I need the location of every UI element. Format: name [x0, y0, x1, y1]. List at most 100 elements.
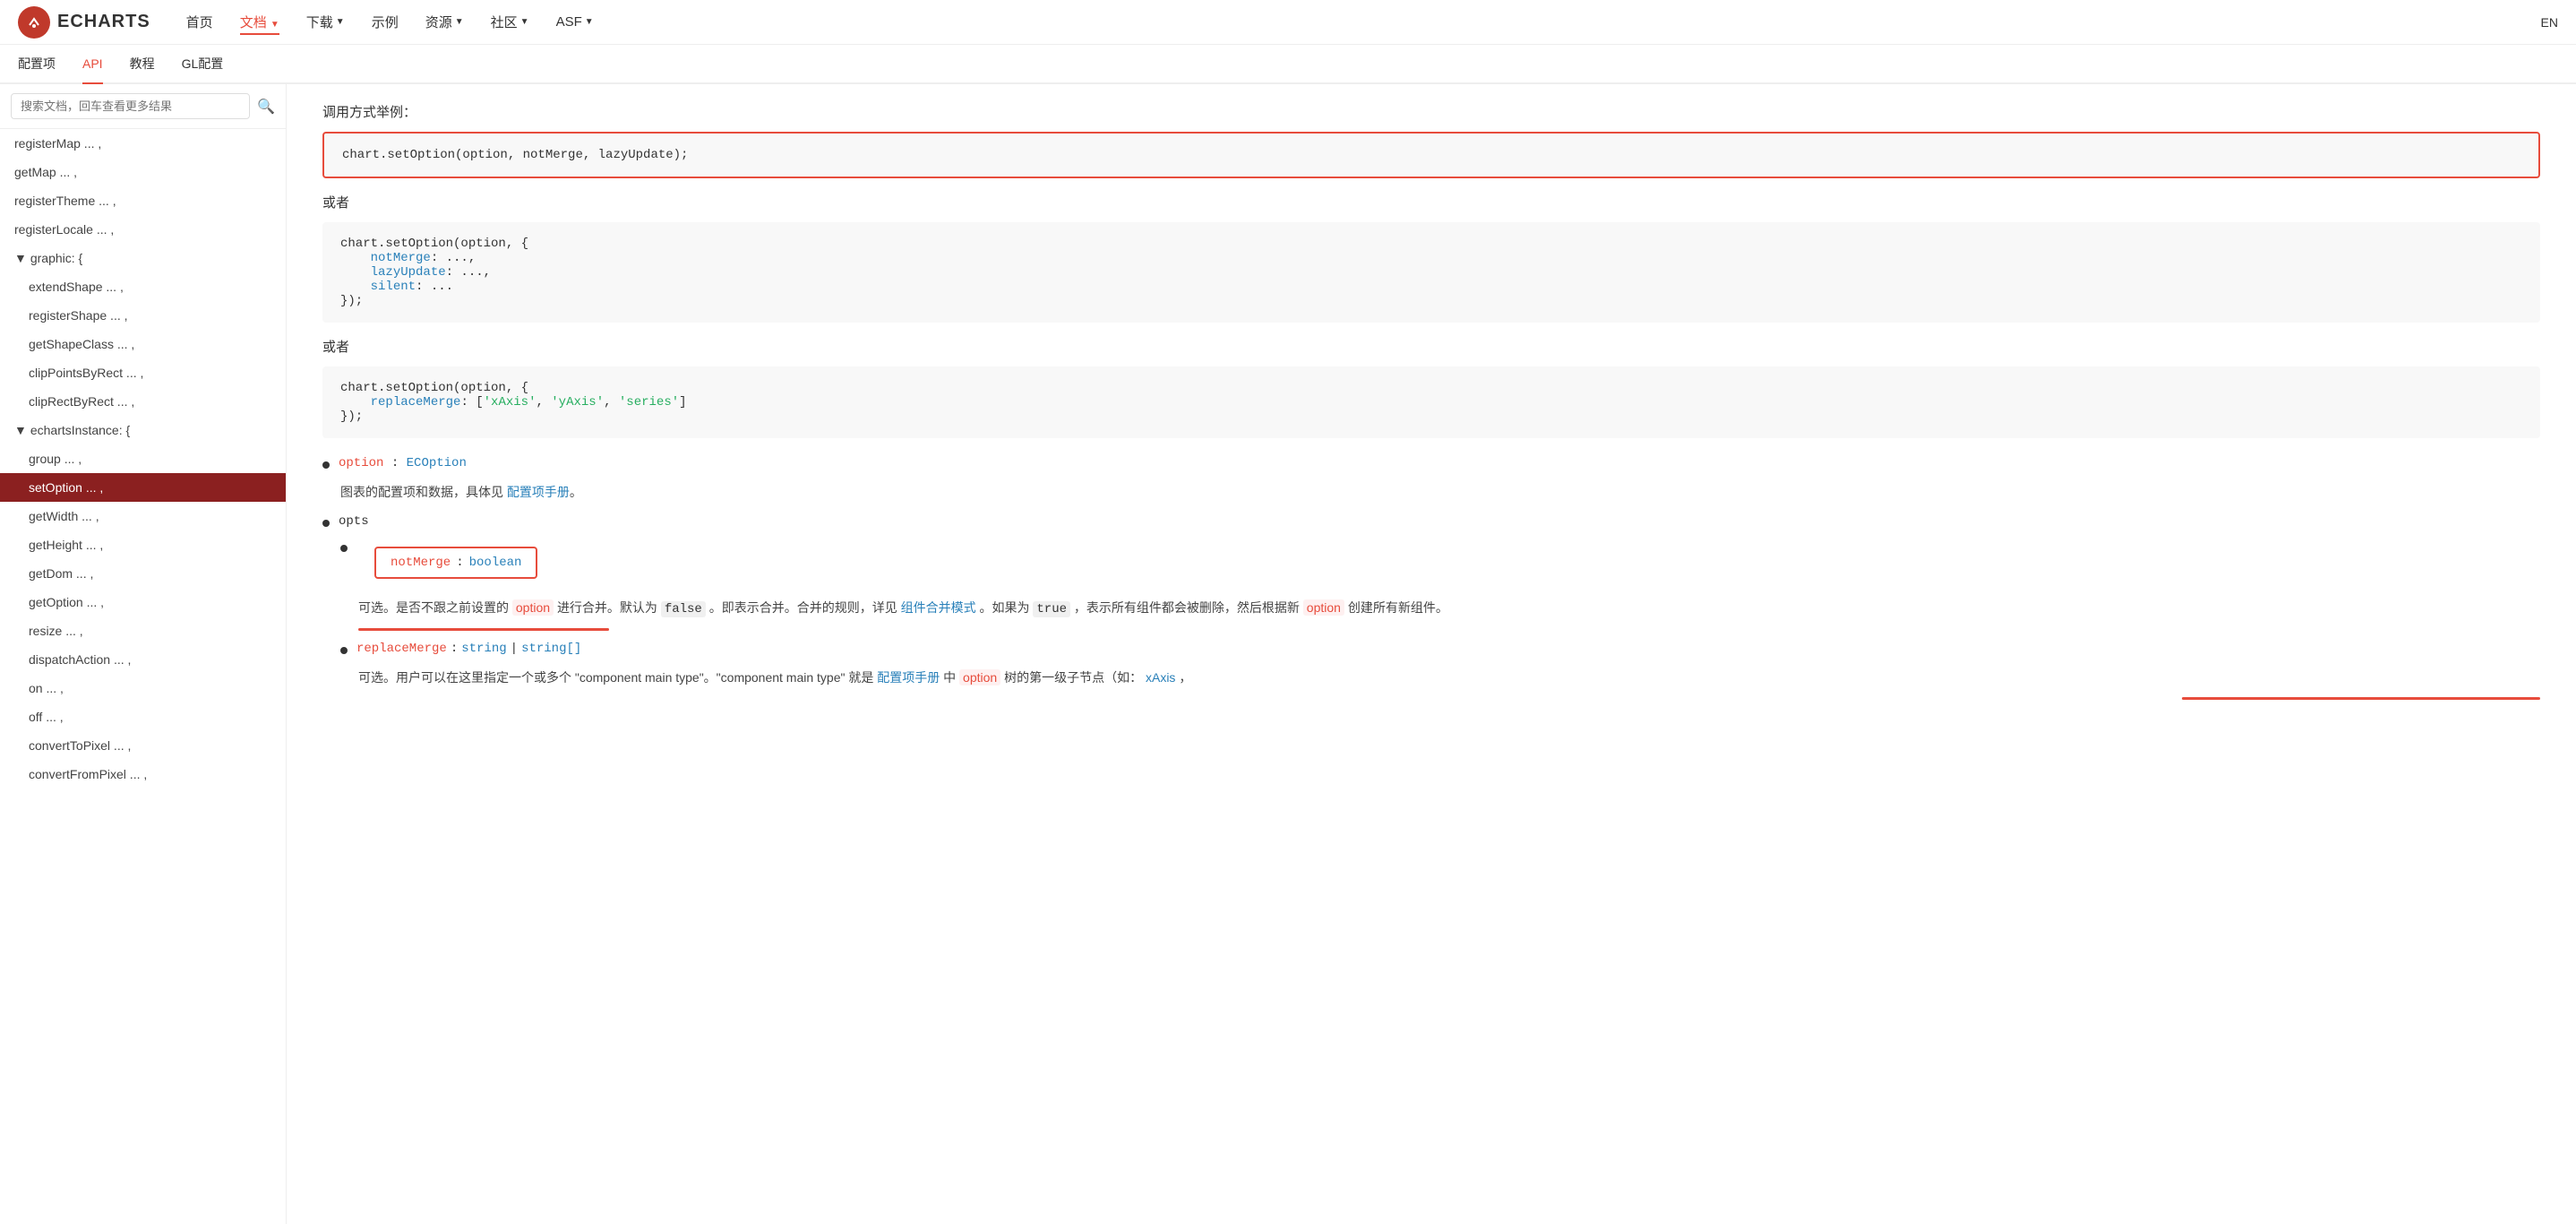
sidebar-item-clippointsbyrect[interactable]: clipPointsByRect ... ,: [0, 358, 286, 387]
lang-switch[interactable]: EN: [2541, 15, 2558, 30]
docs-chevron-icon: ▼: [270, 20, 279, 30]
param-option-label: option: [339, 456, 383, 470]
subnav-tutorial[interactable]: 教程: [130, 45, 155, 84]
replacemerge-handbook-link[interactable]: 配置项手册: [877, 670, 940, 685]
sub-nav: 配置项 API 教程 GL配置: [0, 45, 2576, 84]
or-text-1: 或者: [322, 193, 2540, 211]
code-block-3: chart.setOption(option, { replaceMerge: …: [322, 366, 2540, 438]
resources-chevron-icon: ▼: [455, 17, 464, 27]
nav-community[interactable]: 社区 ▼: [491, 13, 529, 31]
sidebar-item-registershape[interactable]: registerShape ... ,: [0, 301, 286, 330]
notmerge-true-highlight: true: [1033, 601, 1070, 617]
nav-home[interactable]: 首页: [186, 9, 213, 35]
code-block-1: chart.setOption(option, notMerge, lazyUp…: [322, 132, 2540, 178]
search-box: 🔍: [0, 84, 286, 129]
replacemerge-type1: string: [461, 642, 506, 656]
sidebar-item-getheight[interactable]: getHeight ... ,: [0, 530, 286, 559]
subnav-gl[interactable]: GL配置: [182, 45, 224, 84]
sidebar-item-cliprectbyrect[interactable]: clipRectByRect ... ,: [0, 387, 286, 416]
param-option-desc: 图表的配置项和数据，具体见 配置项手册。: [340, 481, 2540, 504]
red-line-2: [2182, 697, 2540, 700]
param-option-content: option : ECOption: [339, 456, 467, 470]
sidebar-item-getwidth[interactable]: getWidth ... ,: [0, 502, 286, 530]
red-underline-decoration-2: [322, 697, 2540, 700]
notmerge-label: notMerge: [391, 556, 451, 570]
replacemerge-xaxis: xAxis: [1146, 670, 1175, 685]
sidebar-item-registerlocale[interactable]: registerLocale ... ,: [0, 215, 286, 244]
bullet-notmerge: [340, 545, 348, 552]
sidebar-item-setoption[interactable]: setOption ... ,: [0, 473, 286, 502]
bullet-option: [322, 461, 330, 469]
red-underline-decoration-1: [358, 628, 2540, 631]
opts-label: opts: [339, 514, 369, 529]
nav-resources[interactable]: 资源 ▼: [425, 13, 464, 31]
notmerge-colon: :: [456, 556, 463, 570]
subnav-config[interactable]: 配置项: [18, 45, 56, 84]
sidebar-item-getmap[interactable]: getMap ... ,: [0, 158, 286, 186]
collapse-icon: ▼: [14, 251, 27, 265]
replacemerge-item: replaceMerge : string | string[]: [340, 642, 2540, 656]
download-chevron-icon: ▼: [336, 17, 345, 27]
community-chevron-icon: ▼: [520, 17, 529, 27]
sidebar-item-getoption[interactable]: getOption ... ,: [0, 588, 286, 616]
replacemerge-content: replaceMerge : string | string[]: [356, 642, 581, 656]
sidebar-item-registertheme[interactable]: registerTheme ... ,: [0, 186, 286, 215]
sidebar-item-extendshape[interactable]: extendShape ... ,: [0, 272, 286, 301]
sidebar-item-group[interactable]: group ... ,: [0, 444, 286, 473]
sidebar-item-getshapeclass[interactable]: getShapeClass ... ,: [0, 330, 286, 358]
logo-text: ECHARTS: [57, 12, 150, 32]
notmerge-container: notMerge : boolean: [340, 539, 2540, 586]
sidebar-item-registermap[interactable]: registerMap ... ,: [0, 129, 286, 158]
search-input[interactable]: [11, 93, 250, 119]
sidebar-item-getdom[interactable]: getDom ... ,: [0, 559, 286, 588]
logo-icon: [18, 6, 50, 39]
call-example-label: 调用方式举例：: [322, 102, 2540, 121]
replacemerge-container: replaceMerge : string | string[]: [340, 642, 2540, 656]
echartsinstance-collapse-icon: ▼: [14, 423, 27, 437]
or-text-2: 或者: [322, 337, 2540, 356]
red-line-1: [358, 628, 609, 631]
param-option-item: option : ECOption: [322, 456, 2540, 470]
notmerge-type: boolean: [469, 556, 522, 570]
sidebar: 🔍 registerMap ... , getMap ... , registe…: [0, 84, 287, 1224]
replacemerge-type2: string[]: [521, 642, 581, 656]
nav-docs[interactable]: 文档 ▼: [240, 9, 279, 35]
search-icon[interactable]: 🔍: [257, 98, 275, 116]
merge-mode-link[interactable]: 组件合并模式: [901, 600, 976, 615]
notmerge-option-highlight-2: option: [1303, 599, 1344, 616]
notmerge-option-highlight: option: [512, 599, 554, 616]
nav-asf[interactable]: ASF ▼: [556, 14, 594, 30]
replacemerge-desc: 可选。用户可以在这里指定一个或多个 "component main type"。…: [358, 667, 2540, 689]
opts-content: opts: [339, 514, 369, 529]
sidebar-item-off[interactable]: off ... ,: [0, 703, 286, 731]
content-area: 调用方式举例： chart.setOption(option, notMerge…: [287, 84, 2576, 1224]
param-option-type: ECOption: [407, 456, 467, 470]
notmerge-param-box: notMerge : boolean: [374, 547, 537, 579]
top-nav: ECHARTS 首页 文档 ▼ 下载 ▼ 示例 资源 ▼ 社区 ▼ ASF ▼ …: [0, 0, 2576, 45]
replacemerge-label: replaceMerge: [356, 642, 447, 656]
replacemerge-sep: |: [511, 642, 518, 656]
sidebar-item-resize[interactable]: resize ... ,: [0, 616, 286, 645]
code-block-2: chart.setOption(option, { notMerge: ...,…: [322, 222, 2540, 323]
sidebar-item-convertfrompixel[interactable]: convertFromPixel ... ,: [0, 760, 286, 789]
notmerge-item: notMerge : boolean: [340, 539, 2540, 586]
subnav-api[interactable]: API: [82, 45, 103, 84]
nav-download[interactable]: 下载 ▼: [306, 13, 345, 31]
main-layout: 🔍 registerMap ... , getMap ... , registe…: [0, 84, 2576, 1224]
notmerge-false-highlight: false: [661, 601, 706, 617]
opts-item: opts: [322, 514, 2540, 529]
sidebar-section-echartsinstance[interactable]: ▼ echartsInstance: {: [0, 416, 286, 444]
sidebar-item-on[interactable]: on ... ,: [0, 674, 286, 703]
bullet-opts: [322, 520, 330, 527]
asf-chevron-icon: ▼: [585, 17, 594, 27]
logo[interactable]: ECHARTS: [18, 6, 150, 39]
sidebar-item-converttopixel[interactable]: convertToPixel ... ,: [0, 731, 286, 760]
replacemerge-option-highlight: option: [959, 669, 1000, 685]
param-option-colon: :: [383, 456, 406, 470]
bullet-replacemerge: [340, 647, 348, 654]
config-handbook-link[interactable]: 配置项手册: [507, 485, 570, 499]
sidebar-section-graphic[interactable]: ▼ graphic: {: [0, 244, 286, 272]
nav-examples[interactable]: 示例: [372, 9, 399, 35]
sidebar-item-dispatchaction[interactable]: dispatchAction ... ,: [0, 645, 286, 674]
notmerge-desc: 可选。是否不跟之前设置的 option 进行合并。默认为 false 。即表示合…: [358, 597, 2540, 621]
